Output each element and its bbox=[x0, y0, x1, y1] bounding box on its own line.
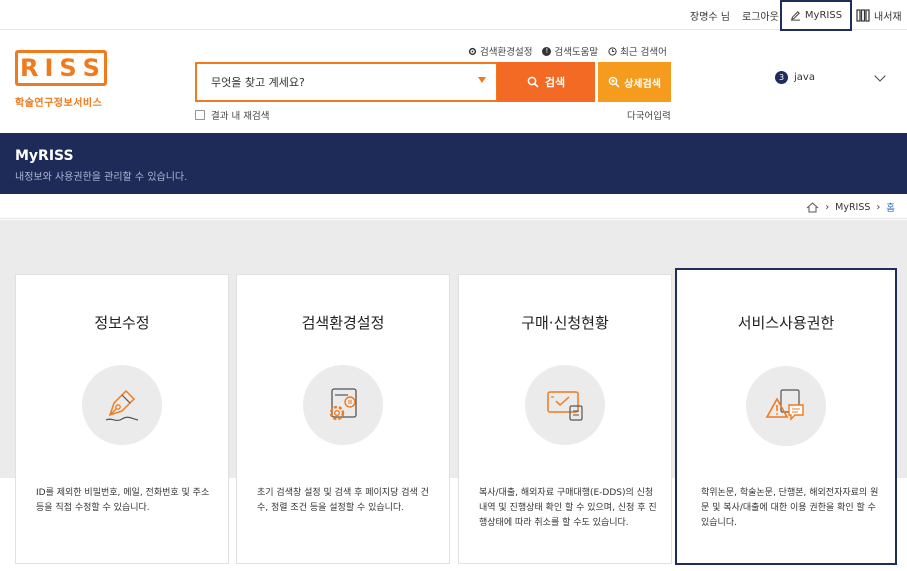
clock-icon bbox=[608, 46, 617, 56]
breadcrumb-current: 홈 bbox=[886, 203, 895, 214]
breadcrumb: › MyRISS › 홈 bbox=[0, 194, 907, 219]
user-name: 장명수 님 bbox=[690, 11, 730, 23]
card-icon-circle bbox=[746, 366, 826, 446]
search-button-label: 검색 bbox=[544, 76, 566, 89]
advanced-search-label: 상세검색 bbox=[624, 78, 661, 90]
top-utility-bar: 장명수 님 로그아웃 MyRISS 내서재 bbox=[0, 0, 907, 31]
card-description: 초기 검색창 설정 및 검색 후 페이지당 검색 건수, 정렬 조건 등을 설정… bbox=[257, 488, 429, 513]
info-icon: ! bbox=[542, 46, 552, 56]
myriss-label: MyRISS bbox=[804, 10, 843, 21]
card-search-settings[interactable]: 검색환경설정 초기 검색창 설정 및 검색 후 페이지당 검색 건수, 정렬 조… bbox=[236, 274, 450, 564]
pen-nib-icon bbox=[105, 389, 139, 422]
multilang-input-link[interactable]: 다국어입력 bbox=[627, 108, 671, 122]
search-help-link[interactable]: ! 검색도움말 bbox=[542, 44, 598, 58]
research-in-results[interactable]: 결과 내 재검색 bbox=[195, 108, 269, 122]
document-check-icon bbox=[547, 391, 583, 421]
card-service-permission[interactable]: 서비스사용권한 학위논문, 학술논문, 단행본, 해외전자자료의 원문 및 복사… bbox=[675, 268, 897, 565]
card-description: 학위논문, 학술논문, 단행본, 해외전자자료의 원문 및 복사/대출에 대한 … bbox=[701, 488, 879, 528]
recent-search-label: 최근 검색어 bbox=[620, 47, 667, 58]
zoom-plus-icon bbox=[608, 76, 620, 88]
logout-link[interactable]: 로그아웃 bbox=[742, 0, 779, 30]
riss-logo[interactable]: R I S S 학술연구정보서비스 bbox=[15, 50, 110, 116]
account-selector[interactable]: 3 java bbox=[775, 71, 815, 84]
research-checkbox[interactable] bbox=[195, 110, 205, 120]
search-settings-label: 검색환경설정 bbox=[480, 47, 533, 58]
chevron-right-icon: › bbox=[876, 201, 881, 213]
chevron-down-icon[interactable] bbox=[874, 70, 886, 82]
warning-chat-icon bbox=[765, 389, 804, 421]
search-settings-link[interactable]: 검색환경설정 bbox=[468, 44, 532, 58]
card-description: 복사/대출, 해외자료 구매대행(E-DDS)의 신청내역 및 진행상태 확인 … bbox=[479, 488, 657, 528]
logo-letter: R bbox=[19, 54, 41, 82]
page-subtitle: 내정보와 사용권한을 관리할 수 있습니다. bbox=[15, 172, 188, 183]
recent-search-link[interactable]: 최근 검색어 bbox=[608, 44, 667, 58]
search-button[interactable]: 검색 bbox=[497, 62, 595, 102]
header-links: 검색환경설정 ! 검색도움말 최근 검색어 bbox=[468, 44, 667, 58]
account-count-badge: 3 bbox=[775, 71, 788, 84]
search-help-label: 검색도움말 bbox=[554, 47, 599, 58]
settings-screen-icon bbox=[329, 388, 357, 421]
card-title: 서비스사용권한 bbox=[737, 314, 835, 332]
chevron-right-icon: › bbox=[825, 201, 830, 213]
home-icon[interactable] bbox=[806, 201, 819, 213]
logo-letter: S bbox=[82, 54, 102, 82]
card-icon-circle bbox=[525, 365, 605, 445]
search-icon bbox=[527, 76, 539, 88]
dropdown-caret-icon[interactable] bbox=[478, 77, 486, 83]
card-title: 구매·신청현황 bbox=[521, 314, 609, 332]
gear-icon bbox=[468, 47, 477, 55]
card-edit-info[interactable]: 정보수정 ID를 제외한 비밀번호, 메일, 전화번호 및 주소 등을 직접 수… bbox=[15, 274, 229, 564]
card-title: 검색환경설정 bbox=[301, 314, 385, 332]
myriss-link[interactable]: MyRISS bbox=[780, 0, 852, 31]
logo-letter: S bbox=[59, 54, 79, 82]
card-icon-circle bbox=[82, 365, 162, 445]
research-label: 결과 내 재검색 bbox=[211, 111, 270, 122]
card-description: ID를 제외한 비밀번호, 메일, 전화번호 및 주소 등을 직접 수정할 수 … bbox=[36, 488, 210, 513]
logo-subtitle: 학술연구정보서비스 bbox=[15, 98, 103, 109]
page-banner: MyRISS 내정보와 사용권한을 관리할 수 있습니다. bbox=[0, 133, 907, 194]
pencil-icon bbox=[790, 11, 801, 21]
card-purchase-status[interactable]: 구매·신청현황 복사/대출, 해외자료 구매대행(E-DDS)의 신청내역 및 … bbox=[458, 274, 672, 564]
search-input[interactable]: 무엇을 찾고 계세요? bbox=[195, 62, 498, 102]
page-title: MyRISS bbox=[15, 148, 74, 164]
search-placeholder: 무엇을 찾고 계세요? bbox=[211, 76, 305, 89]
library-icon bbox=[856, 8, 870, 22]
my-library-label: 내서재 bbox=[874, 11, 902, 23]
breadcrumb-item[interactable]: MyRISS bbox=[835, 202, 870, 213]
logo-mark: R I S S bbox=[15, 50, 107, 86]
card-icon-circle bbox=[303, 365, 383, 445]
card-title: 정보수정 bbox=[94, 314, 150, 332]
my-library-link[interactable]: 내서재 bbox=[856, 0, 902, 30]
logo-letter: I bbox=[44, 54, 56, 82]
account-name: java bbox=[794, 72, 815, 83]
advanced-search-button[interactable]: 상세검색 bbox=[598, 62, 671, 102]
